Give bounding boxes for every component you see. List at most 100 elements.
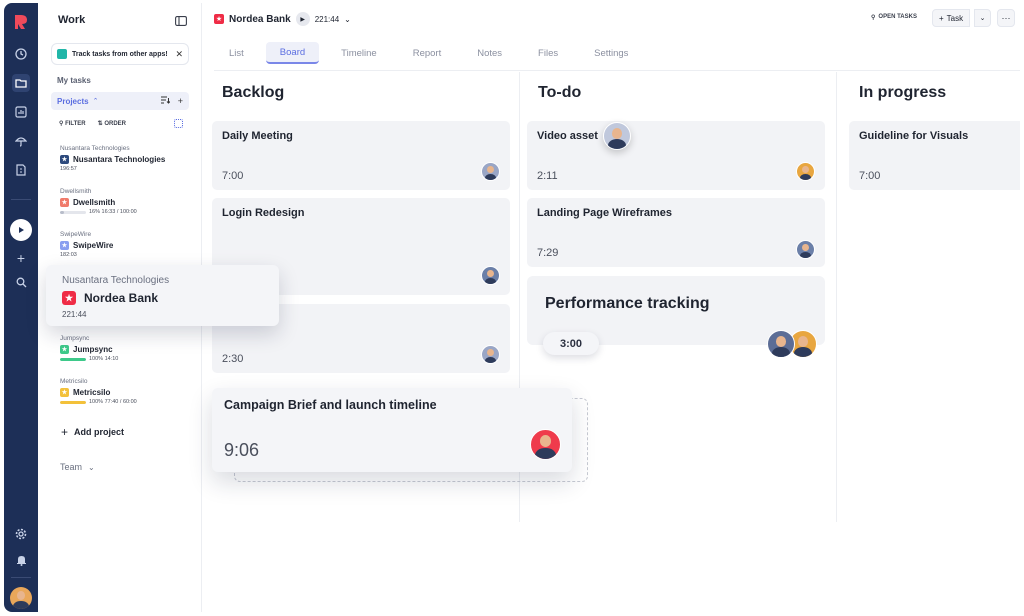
project-item[interactable]: Dwellsmith ★ Dwellsmith 16% 16:33 / 100:0… [60, 188, 190, 215]
assignee-avatar[interactable] [796, 240, 815, 259]
project-title: Nordea Bank [229, 13, 291, 25]
task-time: 7:29 [537, 247, 559, 259]
project-progress: 100% 14:10 [89, 356, 119, 362]
task-card[interactable]: Video asset 2:11 [527, 121, 825, 190]
tab-board[interactable]: Board [265, 42, 320, 64]
tabs-divider [214, 70, 1020, 71]
icon-rail: + [4, 3, 38, 612]
tab-list[interactable]: List [215, 42, 258, 64]
project-client: Nusantara Technologies [60, 145, 130, 152]
team-label: Team [60, 462, 83, 472]
open-tasks-button[interactable]: ⚲ OPEN TASKS [871, 14, 917, 21]
chevron-down-icon[interactable]: ⌄ [344, 15, 351, 24]
project-time: 196:57 [60, 166, 77, 172]
project-client: Dwellsmith [60, 188, 92, 195]
task-title: Guideline for Visuals [859, 130, 969, 142]
filter-button[interactable]: ⚲ FILTER [59, 120, 86, 127]
assignee-avatar[interactable] [767, 330, 795, 358]
dragged-avatar[interactable] [603, 122, 631, 150]
rail-divider [11, 199, 31, 200]
progress-bar [60, 400, 86, 404]
bell-icon[interactable] [12, 551, 30, 569]
task-card[interactable]: Guideline for Visuals 7:00 [849, 121, 1020, 190]
projects-section-header[interactable]: Projects ⌃ + [51, 92, 189, 110]
project-color-icon: ★ [60, 198, 69, 207]
chevron-down-icon: ⌄ [979, 15, 986, 22]
tab-report[interactable]: Report [399, 42, 456, 64]
project-color-icon: ★ [60, 388, 69, 397]
app-logo-icon[interactable] [11, 12, 31, 32]
open-tasks-icon: ⚲ [871, 15, 876, 21]
assignee-avatar[interactable] [481, 162, 500, 181]
project-name: Dwellsmith [73, 198, 116, 207]
assignee-avatar[interactable] [530, 429, 561, 460]
project-item[interactable]: Metricsilo ★ Metricsilo 100% 77:40 / 60:0… [60, 378, 190, 405]
task-title: Landing Page Wireframes [537, 207, 672, 219]
my-tasks-link[interactable]: My tasks [57, 76, 91, 85]
task-card[interactable]: Landing Page Wireframes 7:29 [527, 198, 825, 267]
chart-icon[interactable] [12, 103, 30, 121]
chevron-down-icon: ⌄ [88, 462, 95, 472]
invoice-icon[interactable] [12, 161, 30, 179]
project-item[interactable]: Nusantara Technologies ★ Nusantara Techno… [60, 145, 190, 172]
project-item[interactable]: SwipeWire ★ SwipeWire 182:03 [60, 231, 190, 258]
tab-settings[interactable]: Settings [580, 42, 642, 64]
column-title-in-progress: In progress [859, 84, 947, 101]
task-card[interactable]: Daily Meeting 7:00 [212, 121, 510, 190]
tab-timeline[interactable]: Timeline [327, 42, 391, 64]
task-timer-pill[interactable]: 3:00 [543, 332, 599, 355]
sort-icon[interactable] [160, 96, 171, 106]
umbrella-icon[interactable] [12, 132, 30, 150]
dragged-task-card[interactable]: Campaign Brief and launch timeline 9:06 [212, 388, 572, 472]
search-icon[interactable] [12, 273, 30, 291]
project-color-icon: ★ [60, 155, 69, 164]
add-icon[interactable]: + [178, 96, 183, 106]
column-divider [836, 72, 837, 522]
assignee-avatar[interactable] [481, 266, 500, 285]
order-button[interactable]: ⇅ ORDER [98, 120, 126, 127]
chevron-up-icon: ⌃ [92, 98, 99, 105]
project-selector[interactable]: ★ Nordea Bank ▶ 221:44 ⌄ [214, 12, 351, 26]
user-avatar[interactable] [10, 587, 32, 609]
task-dropdown-button[interactable]: ⌄ [974, 9, 991, 27]
team-section[interactable]: Team ⌄ [60, 462, 95, 472]
task-title: Video asset [537, 130, 598, 142]
view-tabs: List Board Timeline Report Notes Files S… [215, 42, 650, 64]
sidebar-title: Work [58, 14, 86, 26]
integration-banner[interactable]: Track tasks from other apps! ✕ [51, 43, 189, 65]
project-color-icon: ★ [62, 291, 76, 305]
add-project-label: Add project [74, 427, 125, 437]
add-project-button[interactable]: + Add project [61, 425, 124, 439]
tab-notes[interactable]: Notes [463, 42, 516, 64]
close-icon[interactable]: ✕ [175, 49, 183, 60]
play-timer-icon[interactable] [10, 219, 32, 241]
task-time: 9:06 [224, 440, 260, 460]
task-time: 7:00 [859, 170, 881, 182]
project-item[interactable]: Jumpsync ★ Jumpsync 100% 14:10 [60, 335, 190, 362]
project-name: SwipeWire [73, 241, 114, 250]
project-time: 182:03 [60, 252, 77, 258]
plus-icon[interactable]: + [12, 249, 30, 267]
add-task-button[interactable]: + Task [932, 9, 971, 27]
task-title: Performance tracking [545, 295, 710, 312]
clock-icon[interactable] [12, 45, 30, 63]
tab-files[interactable]: Files [524, 42, 572, 64]
collapse-sidebar-icon[interactable] [175, 13, 187, 26]
play-icon[interactable]: ▶ [295, 12, 310, 26]
dragged-project-preview[interactable]: Nusantara Technologies ★ Nordea Bank 221… [46, 265, 279, 326]
assignee-avatar[interactable] [481, 345, 500, 364]
project-header: ★ Nordea Bank ▶ 221:44 ⌄ ⚲ OPEN TASKS + … [202, 3, 1020, 33]
ellipsis-icon: ··· [1001, 13, 1011, 23]
task-time: 7:00 [222, 170, 244, 182]
column-title-todo: To-do [538, 84, 582, 101]
filter-bar: ⚲ FILTER ⇅ ORDER [59, 119, 183, 128]
project-client: SwipeWire [60, 231, 92, 238]
projects-label: Projects [57, 96, 89, 106]
gear-icon[interactable] [12, 525, 30, 543]
more-options-button[interactable]: ··· [997, 9, 1015, 27]
assignee-avatar[interactable] [796, 162, 815, 181]
project-client: Metricsilo [60, 378, 88, 385]
folder-icon[interactable] [12, 74, 30, 92]
project-progress: 100% 77:40 / 60:00 [89, 399, 137, 405]
focus-icon[interactable] [174, 119, 183, 128]
